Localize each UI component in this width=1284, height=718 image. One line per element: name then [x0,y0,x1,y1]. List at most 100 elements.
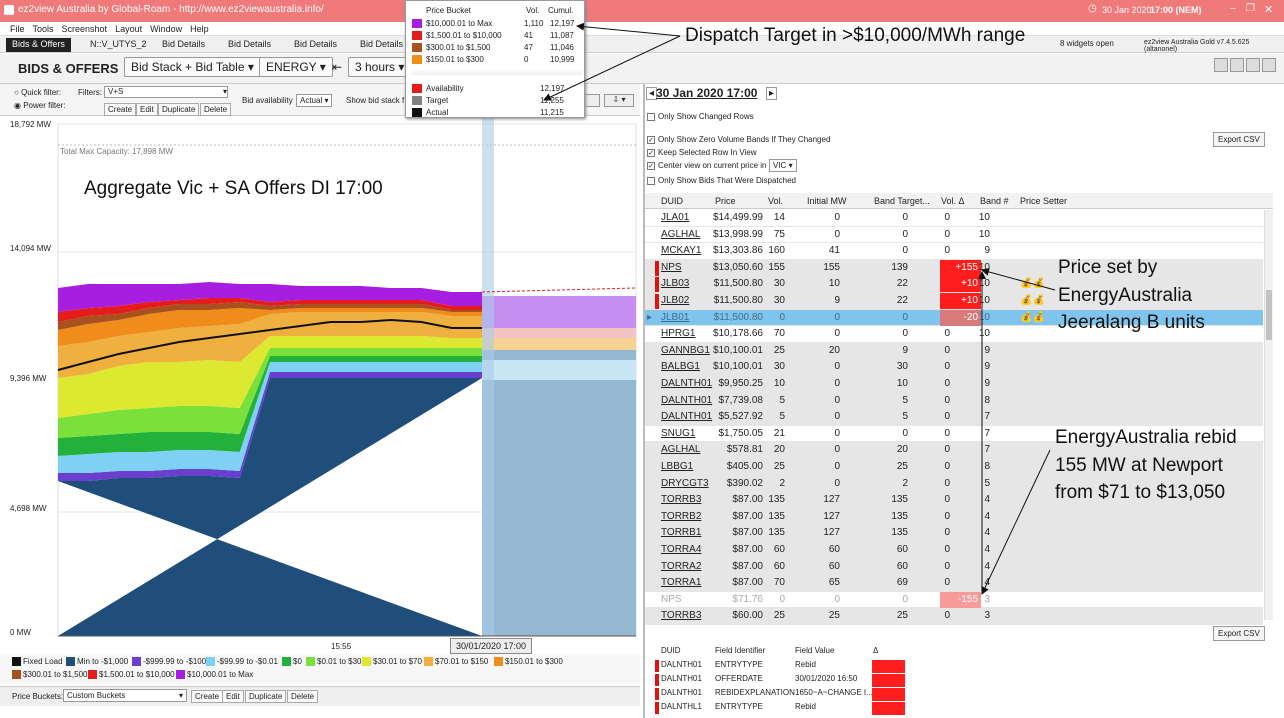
col-price[interactable]: Price [715,196,736,206]
detail-row[interactable]: DALNTH01 REBIDEXPLANATION 1650~A~CHANGE I.… [645,688,1265,701]
bucket-edit-button[interactable]: Edit [222,690,244,703]
duid-cell[interactable]: JLB03 [661,278,689,289]
power-filter-radio[interactable]: ◉ Power filter: [14,101,65,110]
bid-availability-select[interactable]: Actual ▾ [296,94,333,107]
tab-bid-details-3[interactable]: Bid Details [288,38,343,52]
region-select[interactable]: VIC ▾ [769,159,797,172]
col-price-setter[interactable]: Price Setter [1020,196,1067,206]
detail-row[interactable]: DALNTHL1 ENTRYTYPE Rebid [645,702,1265,715]
restore-button[interactable]: ❐ [1246,3,1255,14]
legend-item[interactable]: $10,000.01 to Max [176,670,253,679]
price-buckets-select[interactable]: Custom Buckets ▾ [63,689,187,702]
menu-window[interactable]: Window [150,24,182,34]
legend-item[interactable]: -$99.99 to -$0.01 [206,657,278,666]
settings-icon[interactable] [1246,58,1260,72]
filter-edit-button[interactable]: Edit [136,103,158,116]
download-icon[interactable]: ⇩ ▾ [604,94,634,107]
help-icon[interactable] [1262,58,1276,72]
keep-selected-checkbox[interactable]: ✓ Keep Selected Row In View [647,148,757,157]
duid-cell[interactable]: NPS [661,262,682,273]
duid-cell[interactable]: TORRB2 [661,511,701,522]
legend-item[interactable]: $0 [282,657,302,666]
snapshot-icon[interactable] [584,94,600,107]
only-dispatched-checkbox[interactable]: Only Show Bids That Were Dispatched [647,176,796,185]
table-row[interactable]: TORRA4 $87.00 60 60 60 0 4 [645,542,1263,559]
legend-item[interactable]: $70.01 to $150 [424,657,488,666]
duid-cell[interactable]: JLA01 [661,212,689,223]
filter-select[interactable]: V+S ▾ [104,86,228,98]
table-row[interactable]: GANNBG1 $10,100.01 25 20 9 0 9 [645,342,1263,360]
tab-bids-offers[interactable]: Bids & Offers [6,38,71,52]
bucket-create-button[interactable]: Create [191,690,224,703]
duid-cell[interactable]: DALNTH01 [661,411,712,422]
legend-item[interactable]: Min to -$1,000 [66,657,128,666]
duid-cell[interactable]: TORRB3 [661,494,701,505]
col-initial-mw[interactable]: Initial MW [807,196,847,206]
duid-cell[interactable]: TORRA4 [661,544,701,555]
menu-tools[interactable]: Tools [33,24,54,34]
duid-cell[interactable]: MCKAY1 [661,245,701,256]
duid-cell[interactable]: DALNTH01 [661,378,712,389]
next-interval-button[interactable]: ▸ [766,87,778,100]
duid-cell[interactable]: TORRB1 [661,527,701,538]
legend-item[interactable]: $150.01 to $300 [494,657,563,666]
detail-col[interactable]: Δ [873,646,878,655]
col-band-target[interactable]: Band Target... [874,196,930,206]
table-row[interactable]: NPS $71.76 0 0 0 -155 3 [645,591,1263,609]
duid-cell[interactable]: AGLHAL [661,444,700,455]
tab-bid-details-2[interactable]: Bid Details [222,38,277,52]
quick-filter-radio[interactable]: ○ Quick filter: [14,88,61,97]
legend-item[interactable]: $1,500.01 to $10,000 [88,670,175,679]
minimize-button[interactable]: – [1230,3,1236,14]
legend-item[interactable]: $300.01 to $1,500 [12,670,88,679]
tab-bid-details-4[interactable]: Bid Details [354,38,409,52]
filter-create-button[interactable]: Create [104,103,137,116]
legend-item[interactable]: $30.01 to $70 [362,657,422,666]
bucket-delete-button[interactable]: Delete [287,690,319,703]
legend-item[interactable]: -$999.99 to -$100 [132,657,206,666]
filter-duplicate-button[interactable]: Duplicate [158,103,200,116]
table-row[interactable]: TORRA2 $87.00 60 60 60 0 4 [645,558,1263,576]
menu-file[interactable]: File [10,24,25,34]
close-button[interactable]: ✕ [1264,3,1273,16]
duid-cell[interactable]: HPRG1 [661,328,695,339]
table-row[interactable]: TORRB3 $60.00 25 25 25 0 3 [645,608,1263,625]
table-row[interactable]: DALNTH01 $7,739.08 5 0 5 0 8 [645,392,1263,410]
commodity-select[interactable]: ENERGY ▾ [259,57,333,77]
table-row[interactable]: JLA01 $14,499.99 14 0 0 0 10 [645,210,1263,227]
duid-cell[interactable]: SNUG1 [661,428,695,439]
range-select[interactable]: 3 hours ▾ [348,57,412,77]
tab-utys[interactable]: N::V_UTYS_2 [84,38,153,52]
camera-icon[interactable] [1230,58,1244,72]
menu-layout[interactable]: Layout [115,24,142,34]
table-row[interactable]: DALNTH01 $9,950.25 10 0 10 0 9 [645,376,1263,393]
detail-row[interactable]: DALNTH01 OFFERDATE 30/01/2020 16:50 [645,674,1265,687]
menu-help[interactable]: Help [190,24,209,34]
col-vol[interactable]: Vol. [768,196,783,206]
duid-cell[interactable]: TORRA1 [661,577,701,588]
detail-col[interactable]: DUID [661,646,681,655]
col-vol-delta[interactable]: Vol. Δ [941,196,965,206]
detail-col[interactable]: Field Identifier [715,646,765,655]
table-row[interactable]: BALBG1 $10,100.01 30 0 30 0 9 [645,359,1263,376]
col-band[interactable]: Band # [980,196,1009,206]
view-select[interactable]: Bid Stack + Bid Table ▾ [124,57,261,77]
menu-screenshot[interactable]: Screenshot [62,24,108,34]
duid-cell[interactable]: JLB01 [661,312,689,323]
duid-cell[interactable]: TORRA2 [661,561,701,572]
detail-export-csv-button[interactable]: Export CSV [1213,626,1265,641]
duid-cell[interactable]: BALBG1 [661,361,700,372]
bucket-duplicate-button[interactable]: Duplicate [245,690,287,703]
tab-bid-details-1[interactable]: Bid Details [156,38,211,52]
table-row[interactable]: AGLHAL $13,998.99 75 0 0 0 10 [645,227,1263,244]
interval-date[interactable]: 30 Jan 2020 17:00 [656,86,757,100]
filter-delete-button[interactable]: Delete [200,103,232,116]
step-back-icon[interactable]: ⇤ [332,60,342,74]
duid-cell[interactable]: GANNBG1 [661,345,710,356]
table-scrollbar[interactable] [1264,210,1273,620]
zero-volume-checkbox[interactable]: ✓ Only Show Zero Volume Bands If They Cha… [647,135,830,144]
table-row[interactable]: TORRB1 $87.00 135 127 135 0 4 [645,525,1263,542]
detail-row[interactable]: DALNTH01 ENTRYTYPE Rebid [645,660,1265,673]
legend-item[interactable]: Fixed Load [12,657,63,666]
table-row[interactable]: TORRA1 $87.00 70 65 69 0 4 [645,575,1263,592]
